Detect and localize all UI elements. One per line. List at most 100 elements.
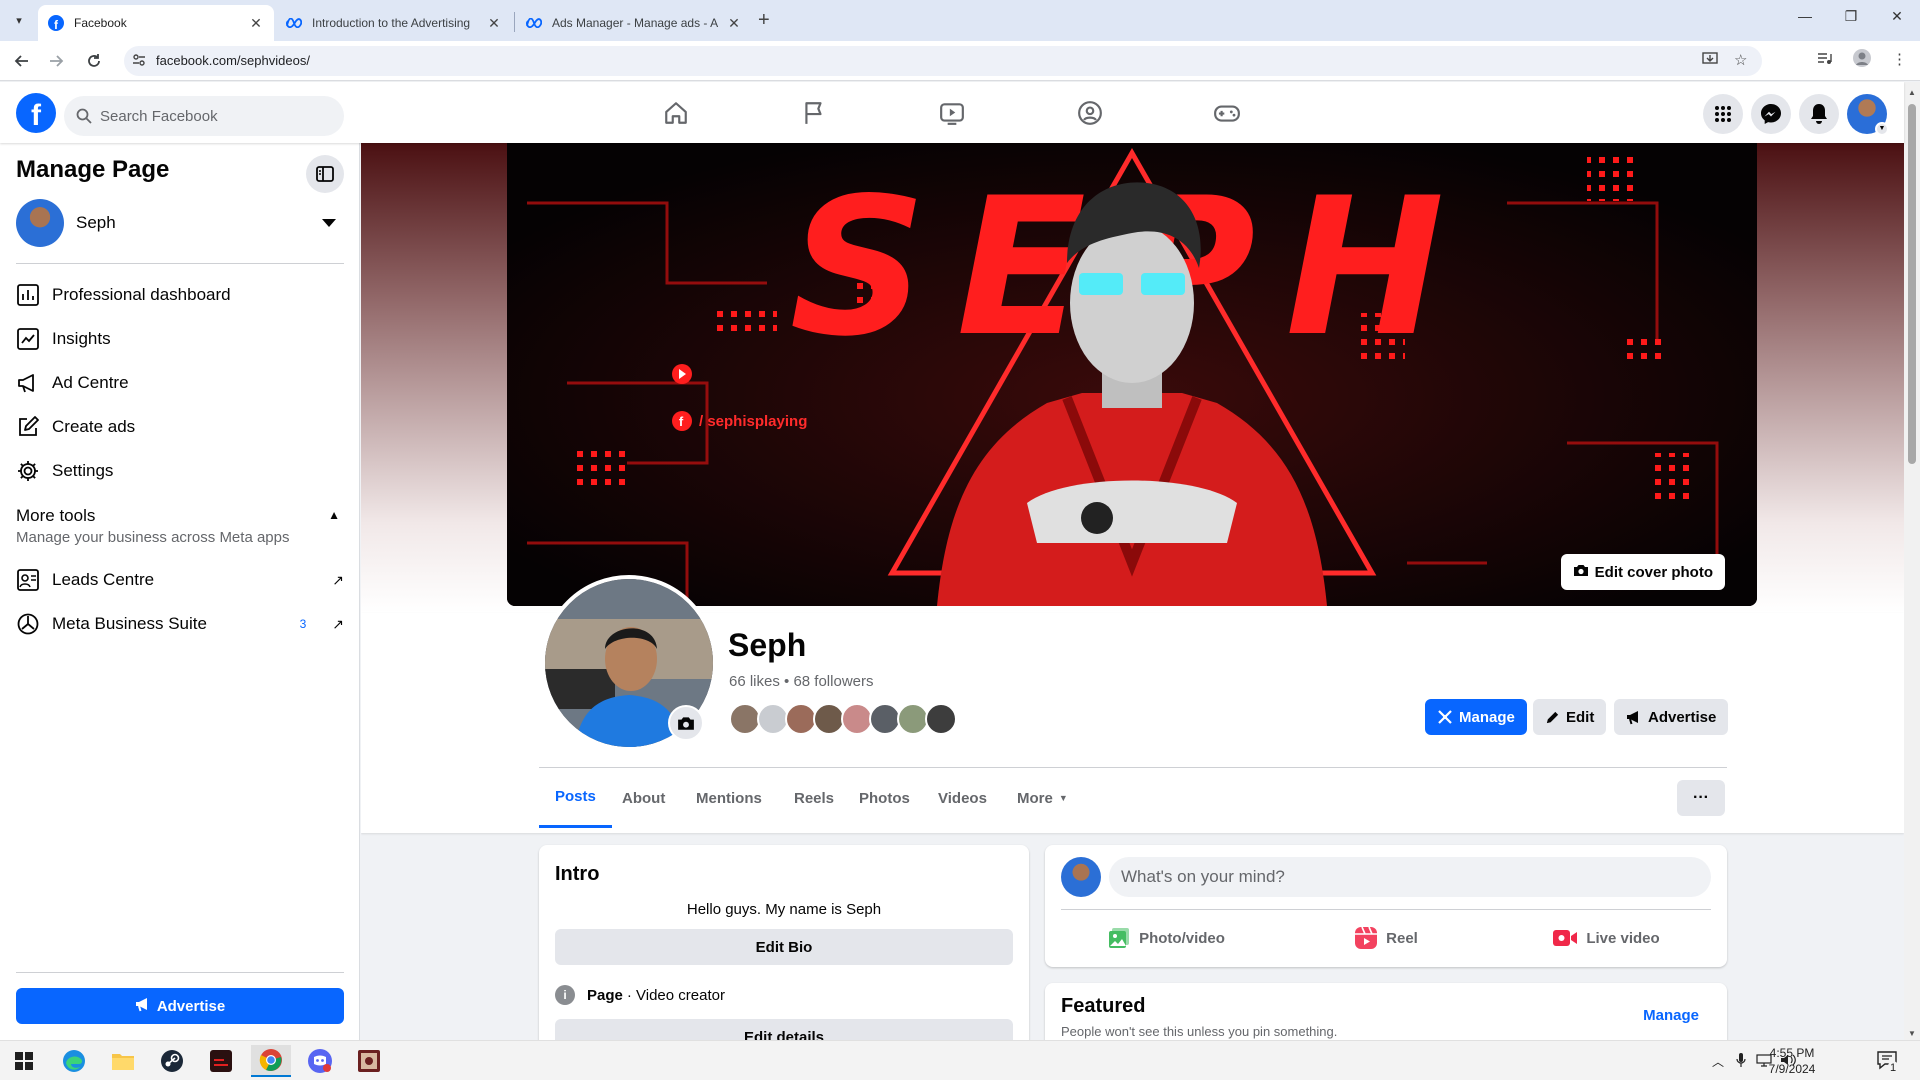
close-tab-icon[interactable]: ✕ <box>726 15 742 32</box>
watch-video-icon[interactable] <box>932 96 972 130</box>
change-profile-picture-camera-icon[interactable] <box>668 705 704 741</box>
edit-bio-button[interactable]: Edit Bio <box>555 929 1013 965</box>
menu-grid-icon[interactable] <box>1703 94 1743 134</box>
edge-browser-icon[interactable] <box>54 1045 94 1077</box>
intro-bio: Hello guys. My name is Seph <box>686 901 882 918</box>
browser-tab-ads-manager[interactable]: Ads Manager - Manage ads - A ✕ <box>516 5 752 41</box>
svg-text:f: f <box>679 414 684 429</box>
scrollbar-thumb[interactable] <box>1908 104 1916 464</box>
sidebar-item-settings[interactable]: Settings <box>16 451 344 491</box>
page-category: · Video creator <box>626 986 725 1004</box>
tab-mentions[interactable]: Mentions <box>680 768 778 828</box>
pages-flag-icon[interactable] <box>794 96 834 130</box>
notifications-bell-icon[interactable] <box>1799 94 1839 134</box>
site-info-icon[interactable] <box>132 53 146 70</box>
search-input[interactable] <box>100 107 320 125</box>
bookmark-star-icon[interactable]: ☆ <box>1734 51 1747 69</box>
edit-details-button[interactable]: Edit details <box>555 1019 1013 1040</box>
more-tools-section[interactable]: More tools Manage your business across M… <box>16 506 344 546</box>
tab-about[interactable]: About <box>606 768 681 828</box>
microphone-icon[interactable] <box>1736 1053 1746 1070</box>
manage-page-sidebar: Manage Page Seph Professional dashboard … <box>0 143 360 1040</box>
reload-icon[interactable] <box>82 49 106 73</box>
forward-arrow-icon[interactable] <box>44 49 68 73</box>
account-avatar[interactable]: ▼ <box>1847 94 1889 136</box>
game-app-icon[interactable] <box>349 1045 389 1077</box>
back-arrow-icon[interactable] <box>10 49 34 73</box>
collapse-sidebar-icon[interactable] <box>306 155 344 193</box>
media-controls-icon[interactable] <box>1816 50 1832 70</box>
sidebar-item-insights[interactable]: Insights <box>16 319 344 359</box>
close-tab-icon[interactable]: ✕ <box>486 15 502 32</box>
tab-search-button[interactable]: ▾ <box>8 9 30 31</box>
browser-tab-advertising[interactable]: Introduction to the Advertising ✕ <box>276 5 512 41</box>
chrome-browser-icon[interactable] <box>251 1045 291 1077</box>
sidebar-advertise-button[interactable]: Advertise <box>16 988 344 1024</box>
browser-menu-icon[interactable]: ⋮ <box>1892 50 1907 68</box>
address-bar[interactable]: facebook.com/sephvideos/ ☆ <box>124 46 1762 76</box>
show-hidden-icons-icon[interactable]: ︿ <box>1712 1053 1724 1070</box>
caret-down-icon <box>322 219 336 227</box>
photo-video-button[interactable]: Photo/video <box>1061 917 1271 959</box>
more-tools-title: More tools <box>16 506 96 525</box>
profile-avatar-icon[interactable] <box>1852 48 1872 72</box>
whats-on-your-mind-input[interactable] <box>1109 857 1711 897</box>
new-tab-button[interactable]: + <box>758 9 770 32</box>
messenger-icon[interactable] <box>1751 94 1791 134</box>
sidebar-item-create-ads[interactable]: Create ads <box>16 407 344 447</box>
sidebar-item-professional-dashboard[interactable]: Professional dashboard <box>16 275 344 315</box>
page-switcher[interactable]: Seph <box>16 199 344 247</box>
sidebar-item-leads-centre[interactable]: Leads Centre ↗ <box>16 560 344 600</box>
follower-avatar[interactable] <box>925 703 957 735</box>
system-clock[interactable]: 4:55 PM 7/9/2024 <box>1752 1045 1832 1077</box>
page-avatar <box>16 199 64 247</box>
profile-stats[interactable]: 66 likes • 68 followers <box>729 673 874 690</box>
tab-videos[interactable]: Videos <box>922 768 1003 828</box>
gaming-icon[interactable] <box>1207 96 1247 130</box>
facebook-search[interactable] <box>64 96 344 136</box>
sidebar-item-ad-centre[interactable]: Ad Centre <box>16 363 344 403</box>
edit-cover-photo-button[interactable]: Edit cover photo <box>1560 554 1725 590</box>
app-icon[interactable] <box>201 1045 241 1077</box>
tab-reels[interactable]: Reels <box>778 768 850 828</box>
pencil-icon <box>1545 710 1560 725</box>
edit-button[interactable]: Edit <box>1533 699 1607 735</box>
live-video-icon <box>1552 927 1578 949</box>
more-options-button[interactable]: ··· <box>1677 780 1725 816</box>
steam-icon[interactable] <box>152 1045 192 1077</box>
cover-photo[interactable]: SEPH f / sephisplaying Edi <box>507 143 1757 606</box>
sidebar-item-meta-business-suite[interactable]: Meta Business Suite 3 ↗ <box>16 604 344 644</box>
follower-avatars[interactable] <box>729 703 957 737</box>
manage-button[interactable]: Manage <box>1425 699 1527 735</box>
install-app-icon[interactable] <box>1702 51 1718 71</box>
advertise-button[interactable]: Advertise <box>1614 699 1729 735</box>
page-scrollbar[interactable]: ▲ ▼ <box>1904 82 1920 1040</box>
page-main: SEPH f / sephisplaying Edi <box>361 143 1904 1040</box>
minimize-window-icon[interactable]: — <box>1790 8 1820 24</box>
close-tab-icon[interactable]: ✕ <box>248 15 264 32</box>
tab-more[interactable]: More ▼ <box>1001 768 1084 828</box>
scroll-down-icon[interactable]: ▼ <box>1908 1029 1916 1038</box>
tab-title: Facebook <box>74 16 127 30</box>
post-composer: Photo/video Reel Live video <box>1045 845 1727 967</box>
facebook-logo-icon[interactable]: f <box>16 93 56 133</box>
windows-start-icon[interactable] <box>4 1045 44 1077</box>
featured-manage-link[interactable]: Manage <box>1643 1007 1699 1024</box>
external-link-icon: ↗ <box>332 615 344 632</box>
facebook-header: f ▼ <box>0 82 1904 143</box>
groups-icon[interactable] <box>1070 96 1110 130</box>
discord-icon[interactable] <box>300 1045 340 1077</box>
composer-avatar[interactable] <box>1061 857 1101 897</box>
browser-tab-facebook[interactable]: f Facebook ✕ <box>38 5 274 41</box>
search-icon <box>76 108 92 124</box>
reel-button[interactable]: Reel <box>1281 917 1491 959</box>
restore-window-icon[interactable]: ❐ <box>1836 8 1866 25</box>
file-explorer-icon[interactable] <box>103 1045 143 1077</box>
live-video-button[interactable]: Live video <box>1501 917 1711 959</box>
home-icon[interactable] <box>656 96 696 130</box>
scroll-up-icon[interactable]: ▲ <box>1908 88 1916 97</box>
tab-posts[interactable]: Posts <box>539 768 612 828</box>
tab-photos[interactable]: Photos <box>843 768 926 828</box>
close-window-icon[interactable]: ✕ <box>1882 8 1912 25</box>
chevron-up-icon[interactable]: ▲ <box>328 508 340 522</box>
